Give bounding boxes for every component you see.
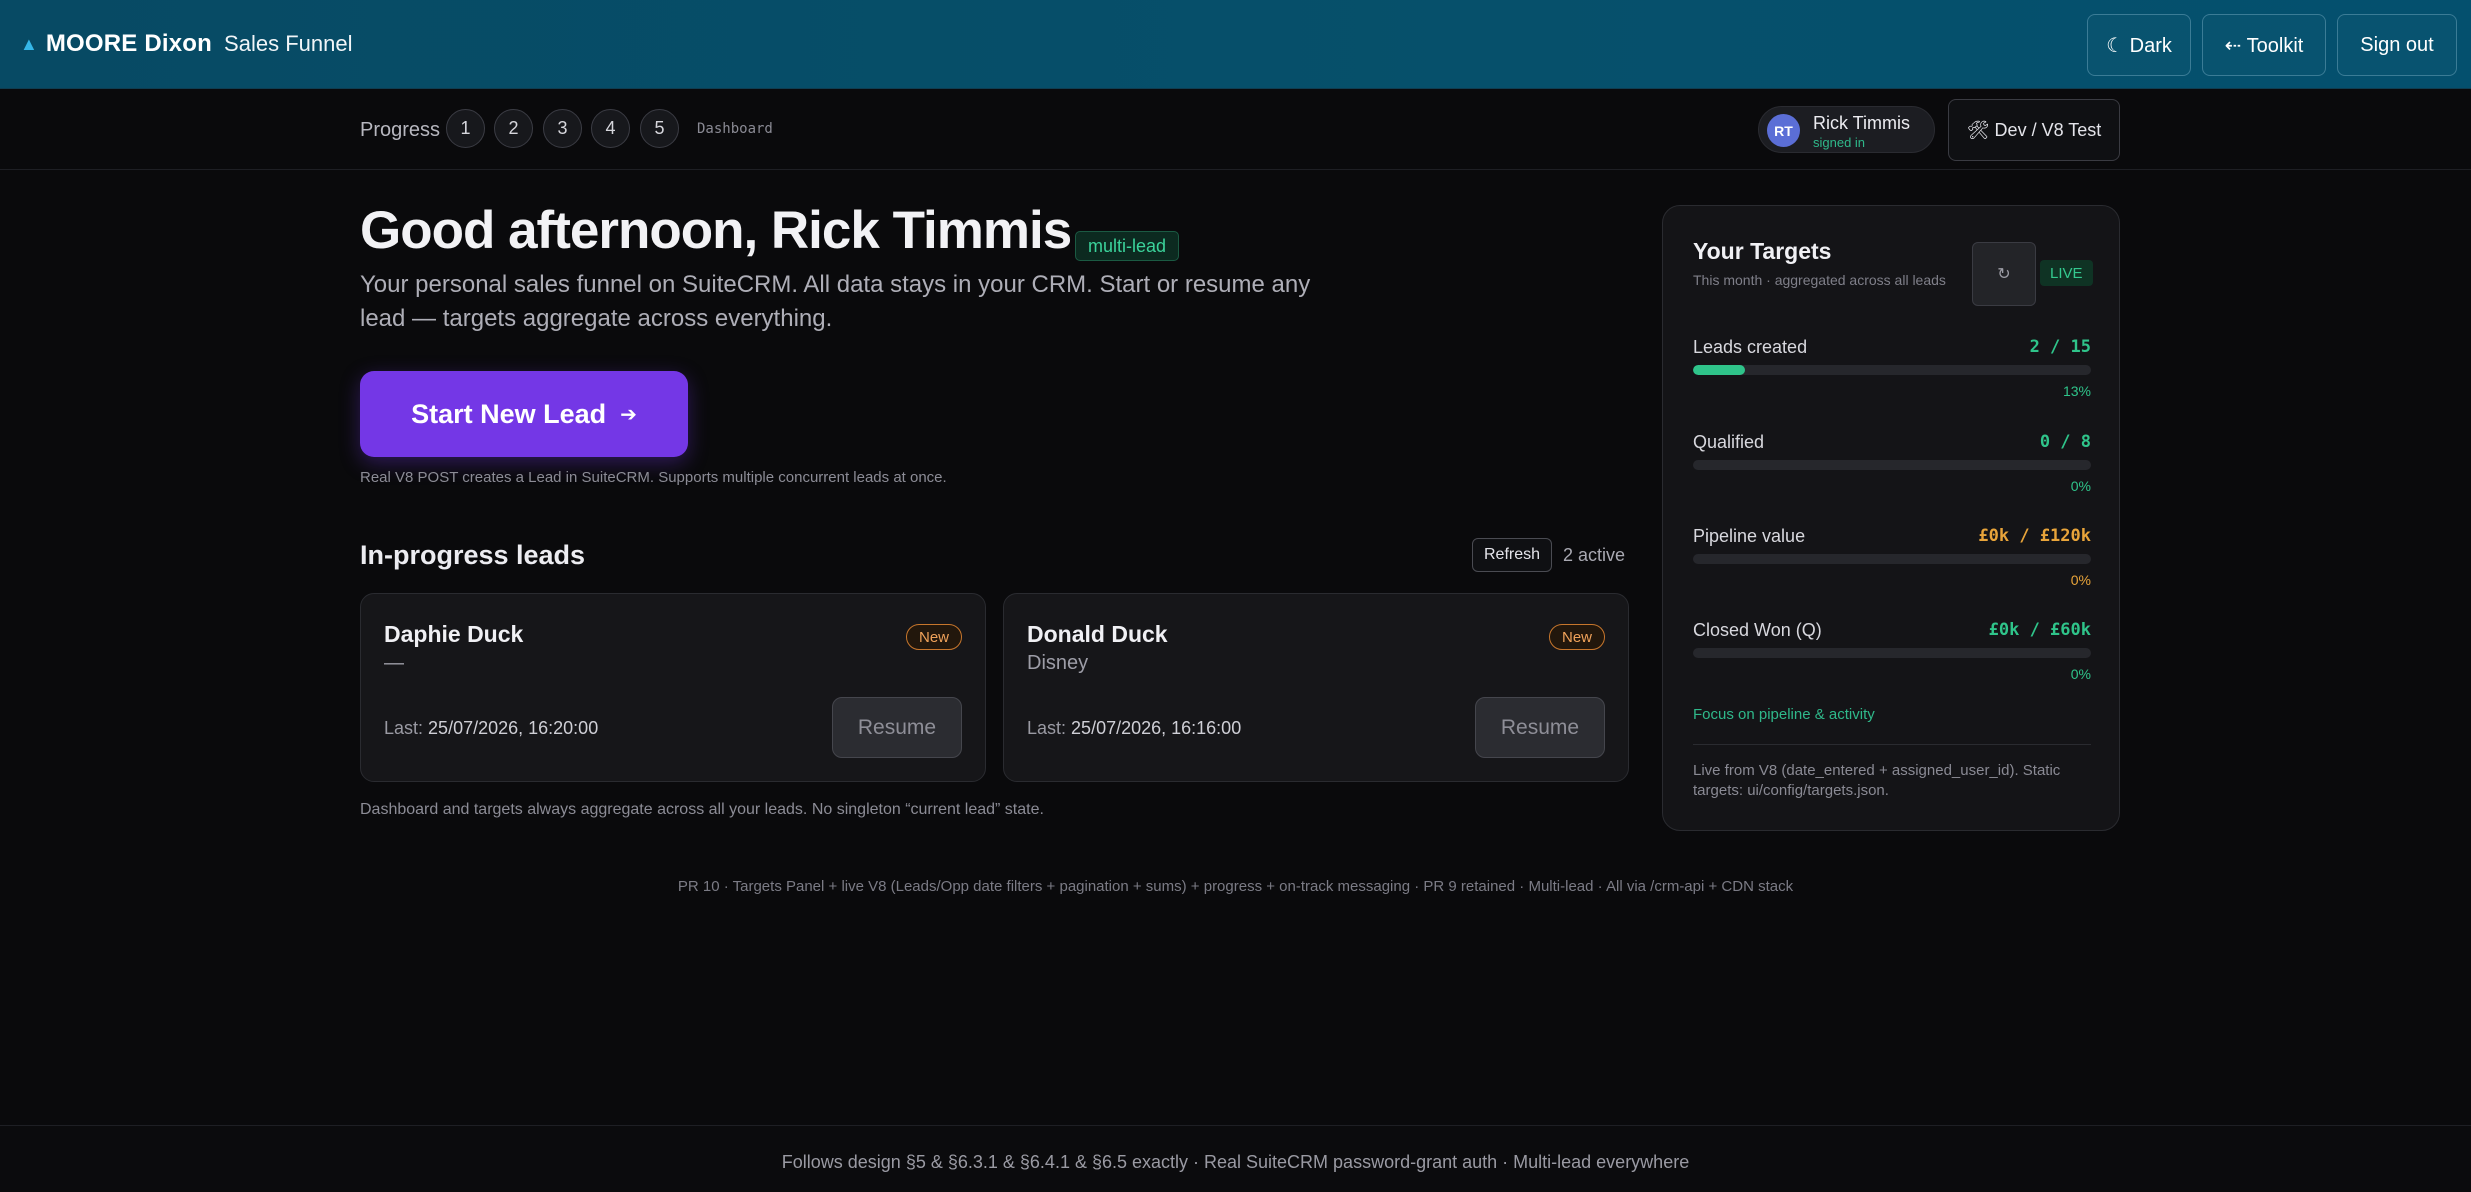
- progress-bar-row: Progress 1 2 3 4 5 Dashboard RT Rick Tim…: [0, 89, 2471, 170]
- brand-logo-icon: ▲: [20, 33, 38, 54]
- lead-card[interactable]: Daphie Duck — New Last: 25/07/2026, 16:2…: [360, 593, 986, 782]
- status-badge: New: [1548, 624, 1605, 650]
- metric-percent: 13%: [2062, 383, 2091, 399]
- pr-note: PR 10 · Targets Panel + live V8 (Leads/O…: [677, 878, 1794, 895]
- lead-name: Donald Duck: [1027, 621, 1168, 647]
- resume-button[interactable]: Resume: [832, 697, 962, 758]
- metric-qualified: Qualified 0 / 8 0%: [1693, 432, 2091, 502]
- metric-value: 2 / 15: [2029, 337, 2091, 357]
- metric-percent: 0%: [2070, 572, 2091, 588]
- resume-button[interactable]: Resume: [1475, 697, 1605, 758]
- avatar: RT: [1767, 114, 1800, 147]
- lead-last-value: 25/07/2026, 16:20:00: [428, 718, 599, 738]
- current-page-label: Dashboard: [697, 121, 773, 137]
- metric-label: Pipeline value: [1693, 526, 1806, 546]
- refresh-button[interactable]: Refresh: [1472, 538, 1552, 572]
- metric-value: £0k / £60k: [1988, 620, 2091, 640]
- targets-panel: Your Targets This month · aggregated acr…: [1662, 205, 2120, 831]
- mode-badge: multi-lead: [1075, 231, 1180, 261]
- environment-button[interactable]: 🛠 Dev / V8 Test: [1948, 99, 2120, 161]
- metric-value: 0 / 8: [2039, 432, 2091, 452]
- progress-step-2[interactable]: 2: [494, 109, 533, 148]
- cta-note: Real V8 POST creates a Lead in SuiteCRM.…: [360, 469, 947, 486]
- user-pill[interactable]: RT Rick Timmis signed in: [1758, 106, 1935, 153]
- targets-subtitle: This month · aggregated across all leads: [1693, 272, 1946, 288]
- user-name: Rick Timmis: [1813, 113, 1910, 133]
- arrow-right-icon: ➔: [620, 403, 637, 426]
- targets-title: Your Targets: [1693, 238, 1832, 264]
- page-title: Good afternoon, Rick Timmis: [360, 201, 1072, 260]
- active-count: 2 active: [1563, 545, 1626, 565]
- brand[interactable]: ▲ MOORE Dixon Sales Funnel: [20, 30, 352, 58]
- footer: Follows design §5 & §6.3.1 & §6.4.1 & §6…: [0, 1125, 2471, 1192]
- metric-progress-track: [1693, 365, 2091, 375]
- toolkit-button[interactable]: ⇠ Toolkit: [2202, 14, 2326, 76]
- sign-out-button[interactable]: Sign out: [2337, 14, 2457, 76]
- progress-step-1[interactable]: 1: [446, 109, 485, 148]
- progress-step-4[interactable]: 4: [591, 109, 630, 148]
- leads-note: Dashboard and targets always aggregate a…: [360, 801, 1044, 818]
- targets-footnote: Live from V8 (date_entered + assigned_us…: [1693, 762, 2061, 799]
- status-badge: New: [905, 624, 962, 650]
- user-status: signed in: [1813, 135, 1866, 150]
- lead-company: Disney: [1027, 652, 1089, 674]
- metric-closed-won: Closed Won (Q) £0k / £60k 0%: [1693, 620, 2091, 690]
- lead-name: Daphie Duck: [384, 621, 524, 647]
- progress-step-3[interactable]: 3: [543, 109, 582, 148]
- lead-last-activity: Last: 25/07/2026, 16:16:00: [1027, 718, 1241, 739]
- metric-progress-track: [1693, 554, 2091, 564]
- lead-card[interactable]: Donald Duck Disney New Last: 25/07/2026,…: [1003, 593, 1629, 782]
- lead-last-label: Last:: [384, 718, 424, 738]
- focus-message: Focus on pipeline & activity: [1693, 706, 1875, 723]
- metric-progress-track: [1693, 648, 2091, 658]
- start-new-lead-button[interactable]: Start New Lead ➔: [360, 371, 688, 457]
- progress-label: Progress: [360, 119, 441, 141]
- metric-label: Closed Won (Q): [1693, 620, 1822, 640]
- page-subtitle: Your personal sales funnel on SuiteCRM. …: [360, 271, 1311, 332]
- dark-mode-button[interactable]: ☾ Dark: [2087, 14, 2191, 76]
- metric-label: Qualified: [1693, 432, 1765, 452]
- footer-text: Follows design §5 & §6.3.1 & §6.4.1 & §6…: [781, 1152, 1690, 1172]
- metric-pipeline-value: Pipeline value £0k / £120k 0%: [1693, 526, 2091, 596]
- divider: [1693, 744, 2091, 745]
- metric-progress-track: [1693, 460, 2091, 470]
- metric-leads-created: Leads created 2 / 15 13%: [1693, 337, 2091, 407]
- start-new-lead-label: Start New Lead: [411, 398, 607, 429]
- metric-progress-fill: [1693, 365, 1745, 375]
- app-name: Sales Funnel: [224, 31, 353, 56]
- metric-value: £0k / £120k: [1978, 526, 2091, 546]
- section-title: In-progress leads: [360, 540, 586, 570]
- top-bar: ▲ MOORE Dixon Sales Funnel ☾ Dark ⇠ Tool…: [0, 0, 2471, 89]
- lead-last-label: Last:: [1027, 718, 1067, 738]
- metric-label: Leads created: [1693, 337, 1808, 357]
- metric-percent: 0%: [2070, 478, 2091, 494]
- brand-name: MOORE Dixon: [45, 30, 213, 57]
- lead-last-activity: Last: 25/07/2026, 16:20:00: [384, 718, 598, 739]
- live-badge: LIVE: [2040, 260, 2093, 286]
- refresh-icon[interactable]: ↻: [1972, 242, 2036, 306]
- metric-percent: 0%: [2070, 666, 2091, 682]
- lead-last-value: 25/07/2026, 16:16:00: [1071, 718, 1242, 738]
- lead-company: —: [384, 652, 404, 674]
- progress-step-5[interactable]: 5: [640, 109, 679, 148]
